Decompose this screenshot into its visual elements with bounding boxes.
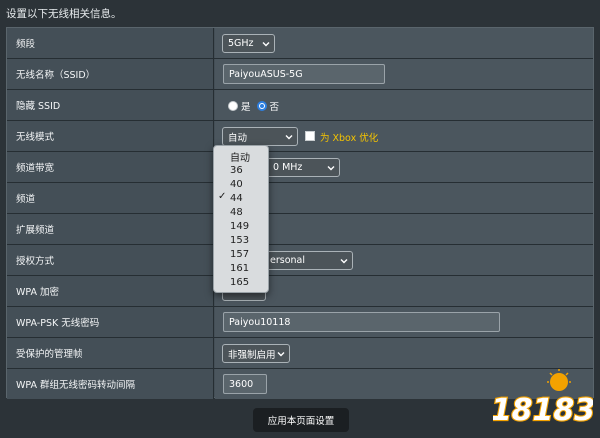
group-key-interval-input[interactable]: 3600 xyxy=(223,374,267,394)
band-label: 频段 xyxy=(7,28,214,58)
row-wpa-psk: WPA-PSK 无线密码 Paiyou10118 xyxy=(7,307,593,338)
channel-dropdown-list[interactable]: 自动 36 40 44 48 149 153 157 161 165 xyxy=(213,145,269,293)
ssid-label: 无线名称（SSID） xyxy=(7,59,214,89)
channel-option[interactable]: 36 xyxy=(214,163,268,177)
protected-mgmt-frames-select[interactable]: 非强制启用 xyxy=(222,344,290,363)
xbox-optimize-checkbox[interactable] xyxy=(305,131,315,141)
auth-method-label: 授权方式 xyxy=(7,245,214,275)
channel-option[interactable]: 153 xyxy=(214,233,268,247)
group-key-interval-label: WPA 群组无线密码转动间隔 xyxy=(7,369,214,399)
channel-option[interactable]: 149 xyxy=(214,219,268,233)
channel-bandwidth-value: 0 MHz xyxy=(273,162,303,173)
channel-option[interactable]: 48 xyxy=(214,205,268,219)
hide-ssid-radio-group: 是 否 xyxy=(228,99,285,113)
watermark-sun-icon xyxy=(550,373,568,391)
channel-option[interactable]: 161 xyxy=(214,261,268,275)
protected-mgmt-frames-value: 非强制启用 xyxy=(228,349,276,361)
channel-option[interactable]: 157 xyxy=(214,247,268,261)
row-protected-mgmt-frames: 受保护的管理帧 非强制启用 xyxy=(7,338,593,369)
chevron-down-icon xyxy=(277,352,285,357)
row-auth-method: 授权方式 ersonal xyxy=(7,245,593,276)
auth-method-value: ersonal xyxy=(270,255,305,266)
row-channel: 频道 xyxy=(7,183,593,214)
row-hide-ssid: 隐藏 SSID 是 否 xyxy=(7,90,593,121)
channel-option[interactable]: 自动 xyxy=(214,149,268,164)
svg-text:18183: 18183 xyxy=(493,393,593,428)
hide-ssid-yes-radio[interactable] xyxy=(228,101,238,111)
row-band: 频段 5GHz xyxy=(7,28,593,59)
channel-option[interactable]: 165 xyxy=(214,275,268,289)
row-ssid: 无线名称（SSID） PaiyouASUS-5G xyxy=(7,59,593,90)
row-channel-bandwidth: 频道带宽 0 MHz xyxy=(7,152,593,183)
band-select[interactable]: 5GHz xyxy=(222,34,275,53)
row-extension-channel: 扩展频道 xyxy=(7,214,593,245)
apply-settings-button[interactable]: 应用本页面设置 xyxy=(253,408,349,432)
wireless-mode-value: 自动 xyxy=(228,132,248,144)
extension-channel-label: 扩展频道 xyxy=(7,214,214,244)
band-select-value: 5GHz xyxy=(228,38,254,49)
hide-ssid-no-label: 否 xyxy=(269,102,280,113)
hide-ssid-no-radio[interactable] xyxy=(256,101,267,111)
watermark-logo: 18183 xyxy=(493,369,593,429)
wireless-mode-select[interactable]: 自动 xyxy=(222,127,298,146)
chevron-down-icon xyxy=(262,42,270,47)
hide-ssid-yes-label: 是 xyxy=(241,102,251,113)
protected-mgmt-frames-label: 受保护的管理帧 xyxy=(7,338,214,368)
wpa-psk-label: WPA-PSK 无线密码 xyxy=(7,307,214,337)
chevron-down-icon xyxy=(327,166,335,171)
wpa-psk-input[interactable]: Paiyou10118 xyxy=(223,312,500,332)
ssid-input[interactable]: PaiyouASUS-5G xyxy=(223,64,385,84)
channel-option-selected[interactable]: 44 xyxy=(214,191,268,205)
xbox-optimize-label: 为 Xbox 优化 xyxy=(320,133,379,144)
channel-label: 频道 xyxy=(7,183,214,213)
channel-bandwidth-label: 频道带宽 xyxy=(7,152,214,182)
hide-ssid-label: 隐藏 SSID xyxy=(7,90,214,120)
wireless-mode-label: 无线模式 xyxy=(7,121,214,151)
intro-text: 设置以下无线相关信息。 xyxy=(6,8,122,20)
chevron-down-icon xyxy=(340,259,348,264)
row-wireless-mode: 无线模式 自动 为 Xbox 优化 xyxy=(7,121,593,152)
chevron-down-icon xyxy=(285,135,293,140)
channel-option[interactable]: 40 xyxy=(214,177,268,191)
wpa-encryption-label: WPA 加密 xyxy=(7,276,214,306)
row-wpa-encryption: WPA 加密 xyxy=(7,276,593,307)
wireless-settings-table: 频段 5GHz 无线名称（SSID） PaiyouASUS-5G 隐藏 SSID… xyxy=(6,27,594,399)
